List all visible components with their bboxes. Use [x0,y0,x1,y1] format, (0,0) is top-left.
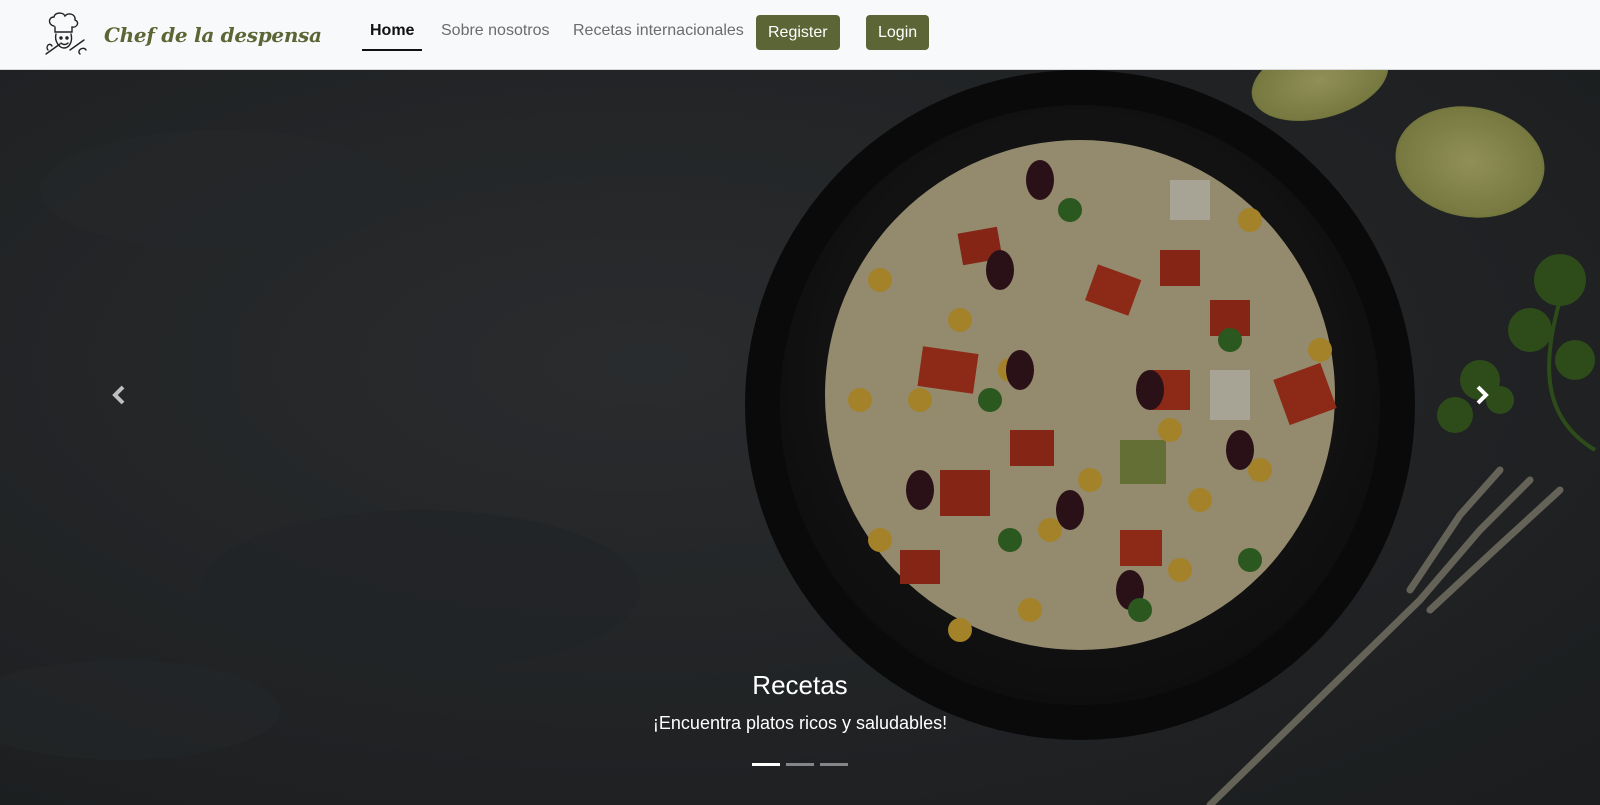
carousel-indicator-1[interactable] [752,763,780,766]
nav-international-recipes[interactable]: Recetas internacionales [573,22,744,50]
chevron-left-icon [112,385,125,405]
carousel-indicator-3[interactable] [820,763,848,766]
carousel-indicator-2[interactable] [786,763,814,766]
hero-carousel: Recetas ¡Encuentra platos ricos y saluda… [0,70,1600,805]
carousel-caption-title: Recetas [752,670,848,700]
carousel-indicators [752,763,848,766]
login-button[interactable]: Login [866,15,930,50]
brand-name: Chef de la despensa [104,23,322,47]
brand-home-link[interactable]: Chef de la despensa [40,10,322,60]
carousel-next-button[interactable] [1467,380,1497,410]
navbar: Chef de la despensa Home Sobre nosotros … [0,0,1600,70]
carousel-caption-text: ¡Encuentra platos ricos y saludables! [652,713,948,733]
nav-home[interactable]: Home [362,22,423,51]
chevron-right-icon [1476,385,1489,405]
register-button[interactable]: Register [756,15,840,50]
carousel-prev-button[interactable] [104,380,134,410]
nav-about[interactable]: Sobre nosotros [441,22,550,50]
chef-logo-icon [45,12,87,55]
